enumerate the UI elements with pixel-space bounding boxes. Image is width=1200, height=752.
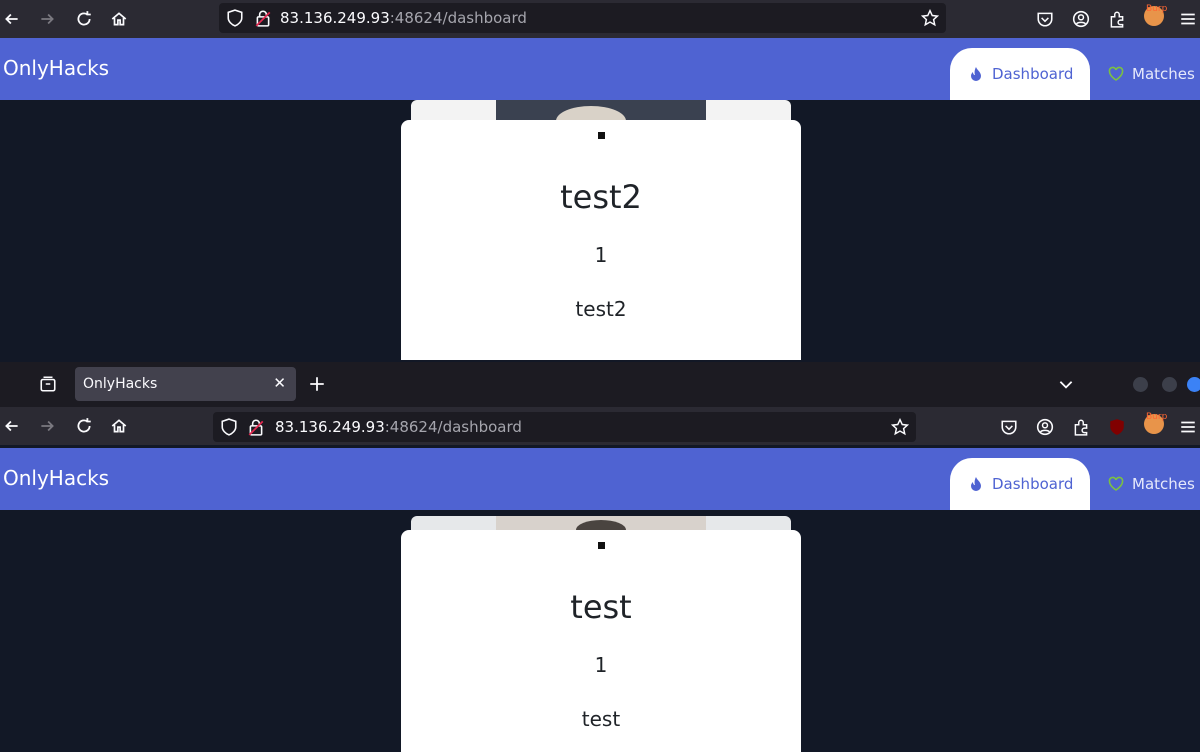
url-text[interactable]: 83.136.249.93:48624/dashboard (275, 418, 522, 436)
extensions-icon[interactable] (1105, 7, 1129, 31)
tab-label: Matches (1132, 475, 1195, 493)
bookmark-star-icon[interactable] (888, 415, 912, 439)
tab-list-chevron-icon[interactable] (1054, 372, 1078, 396)
home-icon[interactable] (107, 7, 131, 31)
reload-icon[interactable] (72, 414, 96, 438)
profile-description: test2 (575, 297, 627, 321)
url-bar[interactable]: 83.136.249.93:48624/dashboard (213, 412, 916, 442)
tab-dashboard[interactable]: Dashboard (950, 458, 1090, 510)
ublock-icon[interactable] (1105, 415, 1129, 439)
profile-photo-frame (411, 100, 791, 122)
account-icon[interactable] (1033, 415, 1057, 439)
forward-icon[interactable] (35, 414, 59, 438)
flame-icon (971, 67, 981, 81)
tab-label: Dashboard (992, 65, 1074, 83)
maximize-button[interactable] (1162, 377, 1177, 392)
brand-logo-text[interactable]: OnlyHacks (3, 56, 109, 80)
brand-logo-text[interactable]: OnlyHacks (3, 466, 109, 490)
burp-extension-icon[interactable]: Burp (1142, 412, 1167, 436)
pocket-icon[interactable] (1033, 7, 1057, 31)
carousel-dot[interactable] (598, 542, 605, 549)
profile-age: 1 (594, 243, 608, 267)
url-bar[interactable]: 83.136.249.93:48624/dashboard (219, 3, 946, 33)
reload-icon[interactable] (72, 7, 96, 31)
back-icon[interactable] (0, 414, 24, 438)
bottom-app-navbar: OnlyHacks Dashboard Matches (0, 448, 1200, 510)
bottom-browser-toolbar: 83.136.249.93:48624/dashboard Burp (0, 407, 1200, 445)
forward-icon[interactable] (35, 7, 59, 31)
shield-icon[interactable] (223, 6, 247, 30)
profile-photo (496, 100, 706, 122)
tab-matches[interactable]: Matches (1108, 458, 1195, 510)
url-text[interactable]: 83.136.249.93:48624/dashboard (280, 9, 527, 27)
extensions-icon[interactable] (1069, 415, 1093, 439)
top-browser-toolbar: 83.136.249.93:48624/dashboard Burp (0, 0, 1200, 38)
menu-icon[interactable] (1176, 415, 1200, 439)
profile-card[interactable]: test 1 test (401, 530, 801, 752)
heart-icon (1108, 66, 1124, 81)
close-window-button[interactable] (1187, 377, 1200, 392)
home-icon[interactable] (107, 414, 131, 438)
insecure-lock-icon[interactable] (244, 415, 268, 439)
firefox-view-icon[interactable] (36, 372, 60, 396)
pocket-icon[interactable] (997, 415, 1021, 439)
tab-label: Dashboard (992, 475, 1074, 493)
account-icon[interactable] (1069, 7, 1093, 31)
shield-icon[interactable] (217, 415, 241, 439)
insecure-lock-icon[interactable] (251, 6, 275, 30)
back-icon[interactable] (0, 7, 24, 31)
profile-card[interactable]: test2 1 test2 (401, 120, 801, 360)
new-tab-icon[interactable] (305, 372, 329, 396)
tab-title: OnlyHacks (83, 376, 158, 392)
top-app-navbar: OnlyHacks Dashboard Matches (0, 38, 1200, 100)
bottom-tab-strip: OnlyHacks ✕ (0, 362, 1200, 407)
flame-icon (971, 477, 981, 491)
heart-icon (1108, 476, 1124, 491)
profile-name: test (570, 588, 632, 626)
burp-extension-icon[interactable]: Burp (1142, 4, 1167, 28)
carousel-dot[interactable] (598, 132, 605, 139)
profile-age: 1 (594, 653, 608, 677)
bookmark-star-icon[interactable] (918, 6, 942, 30)
minimize-button[interactable] (1133, 377, 1148, 392)
tab-dashboard[interactable]: Dashboard (950, 48, 1090, 100)
tab-close-icon[interactable]: ✕ (273, 374, 286, 392)
menu-icon[interactable] (1176, 7, 1200, 31)
profile-description: test (581, 707, 621, 731)
tab-matches[interactable]: Matches (1108, 48, 1195, 100)
profile-name: test2 (560, 178, 642, 216)
tab-label: Matches (1132, 65, 1195, 83)
browser-tab[interactable]: OnlyHacks ✕ (75, 367, 296, 401)
